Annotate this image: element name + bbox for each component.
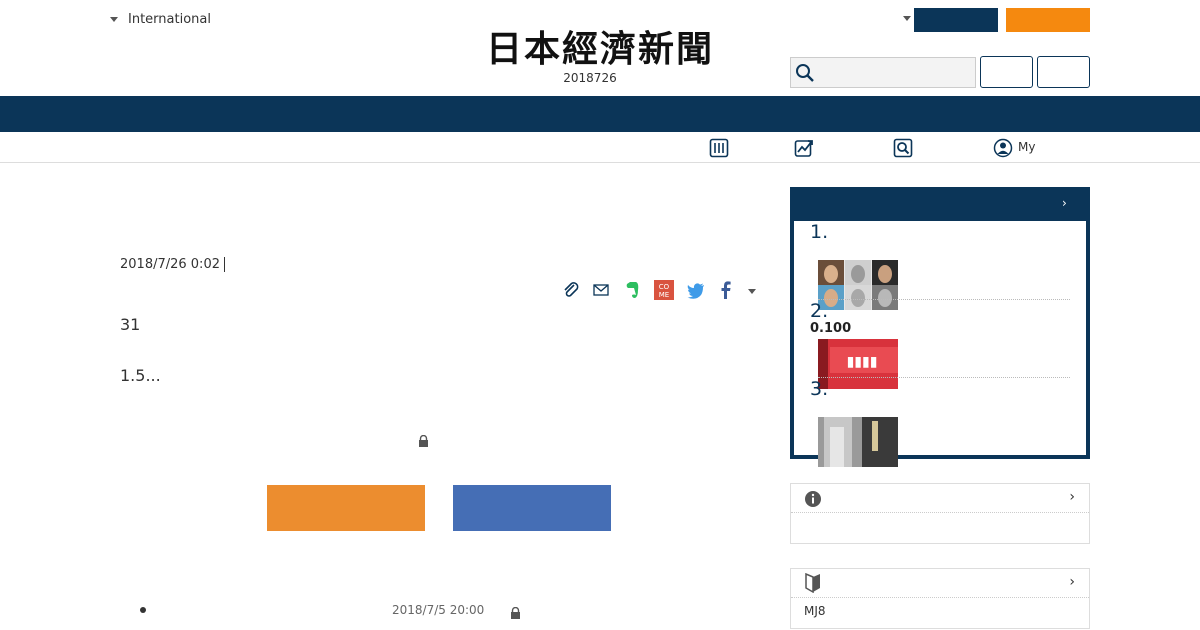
market-data-icon[interactable] bbox=[709, 138, 729, 158]
edition-date: 2018726 bbox=[563, 71, 617, 85]
facebook-icon[interactable] bbox=[716, 280, 736, 300]
ranking-divider bbox=[818, 377, 1070, 378]
main-navigation bbox=[0, 96, 1200, 132]
my-page-link[interactable]: My bbox=[1018, 140, 1035, 154]
info-box-chevron[interactable]: › bbox=[1069, 489, 1075, 505]
ranking-number: 1. bbox=[810, 221, 829, 243]
lock-icon bbox=[510, 604, 521, 619]
article-paragraph: 1.5... bbox=[120, 366, 161, 385]
ranking-thumbnail-building[interactable] bbox=[818, 417, 898, 467]
info-box: › bbox=[790, 483, 1090, 544]
header-button-1[interactable] bbox=[980, 56, 1033, 88]
date-divider bbox=[224, 257, 225, 272]
ranking-subtitle[interactable]: 0.100 bbox=[810, 321, 851, 336]
list-item bbox=[140, 607, 146, 613]
ranking-number: 3. bbox=[810, 378, 829, 400]
ranking-more-chevron[interactable]: › bbox=[1062, 196, 1067, 210]
article-date: 2018/7/26 0:02 bbox=[120, 257, 220, 272]
info-icon bbox=[805, 491, 821, 507]
account-menu-chevron-icon[interactable] bbox=[903, 16, 911, 21]
ranking-number: 2. bbox=[810, 300, 829, 322]
related-article-date: 2018/7/5 20:00 bbox=[392, 603, 485, 617]
user-icon[interactable] bbox=[993, 138, 1013, 158]
header-button-2[interactable] bbox=[1037, 56, 1090, 88]
signup-button[interactable] bbox=[1006, 8, 1090, 32]
logo-mark: 日本經濟新聞 bbox=[486, 28, 714, 70]
edition-label: International bbox=[128, 12, 211, 27]
svg-text:CO: CO bbox=[659, 283, 670, 291]
beginner-box-header[interactable]: › bbox=[791, 569, 1089, 598]
subscribe-button[interactable] bbox=[267, 485, 425, 531]
search-icon bbox=[796, 64, 814, 82]
beginner-box: › MJ8 bbox=[790, 568, 1090, 629]
article-paragraph: 31 bbox=[120, 315, 141, 334]
svg-text:日本經濟新聞: 日本經濟新聞 bbox=[486, 28, 714, 68]
search-box-icon[interactable] bbox=[893, 138, 913, 158]
login-cta-button[interactable] bbox=[453, 485, 611, 531]
ranking-divider bbox=[818, 299, 1070, 300]
ranking-thumbnail-faces[interactable] bbox=[818, 260, 898, 310]
come-icon[interactable]: CO ME bbox=[654, 280, 674, 300]
ranking-thumbnail-bond-sign[interactable]: ▮▮▮▮ bbox=[818, 339, 898, 389]
info-box-header[interactable]: › bbox=[791, 484, 1089, 513]
svg-text:▮▮▮▮: ▮▮▮▮ bbox=[847, 354, 878, 370]
beginner-mark-icon bbox=[805, 573, 820, 593]
edition-selector[interactable]: International bbox=[110, 12, 211, 27]
svg-text:ME: ME bbox=[659, 291, 669, 299]
mail-icon[interactable] bbox=[591, 280, 611, 300]
site-logo[interactable]: 日本經濟新聞 bbox=[452, 26, 748, 70]
share-more-chevron-icon[interactable] bbox=[748, 289, 756, 294]
chart-trend-icon[interactable] bbox=[794, 138, 814, 158]
search-input[interactable] bbox=[790, 57, 976, 88]
login-button[interactable] bbox=[914, 8, 998, 32]
evernote-icon[interactable] bbox=[622, 280, 642, 300]
lock-icon bbox=[418, 432, 429, 447]
beginner-box-text[interactable]: MJ8 bbox=[791, 598, 1089, 624]
clip-icon[interactable] bbox=[561, 280, 581, 300]
chevron-down-icon bbox=[110, 17, 118, 22]
beginner-box-chevron[interactable]: › bbox=[1069, 574, 1075, 590]
twitter-icon[interactable] bbox=[686, 280, 706, 300]
